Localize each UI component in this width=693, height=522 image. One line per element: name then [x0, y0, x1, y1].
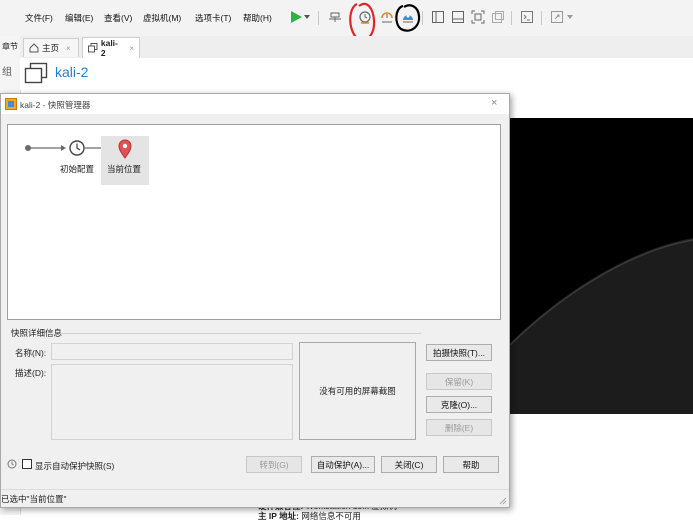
menu-view[interactable]: 查看(V) [104, 12, 132, 24]
menu-file[interactable]: 文件(F) [25, 12, 53, 24]
sidebar-view-icon[interactable] [429, 8, 447, 26]
menu-edit[interactable]: 编辑(E) [65, 12, 93, 24]
snapshot-tree[interactable]: 初始配置 当前位置 [7, 124, 501, 320]
stretch-icon[interactable] [548, 8, 566, 26]
dialog-title: kali-2 - 快照管理器 [20, 100, 91, 110]
goto-button[interactable]: 转到(G) [246, 456, 302, 473]
menu-tabs[interactable]: 选项卡(T) [195, 12, 231, 24]
no-screenshot-text: 没有可用的屏幕截图 [319, 386, 396, 396]
ip-address-label: 主 IP 地址: [258, 511, 299, 521]
snapshot-label-initial[interactable]: 初始配置 [60, 163, 94, 175]
clone-button[interactable]: 克隆(O)... [426, 396, 492, 413]
vm-screen-preview[interactable] [504, 118, 693, 414]
show-autoprotect-label[interactable]: 显示自动保护快照(S) [35, 460, 114, 472]
menu-help[interactable]: 帮助(H) [243, 12, 272, 24]
close-icon[interactable]: × [66, 44, 71, 53]
home-icon [29, 43, 39, 53]
fullscreen-icon[interactable] [469, 8, 487, 26]
dialog-titlebar[interactable]: kali-2 - 快照管理器 × [1, 94, 509, 114]
vm-icon [88, 43, 98, 53]
ip-address-value: 网络信息不可用 [301, 511, 361, 521]
details-divider [61, 333, 421, 334]
console-icon[interactable] [518, 8, 536, 26]
autoprotect-clock-icon [7, 459, 17, 469]
vm-screen-graphic [504, 118, 693, 414]
tab-home[interactable]: 主页 × [23, 38, 79, 57]
show-autoprotect-checkbox[interactable] [22, 459, 32, 469]
vmware-logo-icon [5, 98, 17, 110]
tab-kali-2[interactable]: kali-2 × [82, 37, 140, 58]
toolbar-separator [541, 11, 542, 25]
snapshot-label-current[interactable]: 当前位置 [107, 163, 141, 175]
snapshot-manager-dialog: kali-2 - 快照管理器 × 初始配置 当前位置 快照详细信息 名称(N):… [0, 93, 510, 508]
black-annotation-circle-icon [395, 4, 421, 32]
screenshot-preview: 没有可用的屏幕截图 [299, 342, 416, 440]
keep-button[interactable]: 保留(K) [426, 373, 492, 390]
autoprotect-button[interactable]: 自动保护(A)... [311, 456, 375, 473]
status-divider [1, 489, 509, 490]
status-text: 已选中"当前位置" [1, 494, 67, 504]
take-snapshot-button[interactable]: 拍摄快照(T)... [426, 344, 492, 361]
vm-title: kali-2 [55, 64, 89, 80]
close-button[interactable]: 关闭(C) [381, 456, 437, 473]
vm-large-icon [24, 62, 48, 84]
library-text-partial: 章节 [2, 42, 18, 51]
library-text-partial: 组 [2, 67, 12, 78]
tab-home-label: 主页 [42, 43, 60, 53]
tab-bar: 主页 × kali-2 × [20, 36, 693, 59]
help-button[interactable]: 帮助 [443, 456, 499, 473]
close-icon[interactable]: × [129, 44, 134, 53]
current-location-node[interactable] [101, 136, 149, 185]
menu-vm[interactable]: 虚拟机(M) [143, 12, 181, 24]
unity-icon[interactable] [489, 8, 507, 26]
stretch-dropdown-icon[interactable] [565, 8, 575, 26]
resize-grip-icon[interactable] [498, 496, 507, 505]
ip-address-line: 主 IP 地址: 网络信息不可用 [258, 510, 361, 522]
send-keys-icon[interactable] [326, 8, 344, 26]
vm-header: kali-2 [20, 58, 693, 90]
location-pin-icon [118, 139, 132, 159]
thumbnail-view-icon[interactable] [449, 8, 467, 26]
delete-button[interactable]: 删除(E) [426, 419, 492, 436]
main-toolbar: 文件(F) 编辑(E) 查看(V) 虚拟机(M) 选项卡(T) 帮助(H) [0, 0, 693, 41]
description-label: 描述(D): [15, 368, 47, 378]
name-label: 名称(N): [15, 348, 47, 358]
play-dropdown-icon[interactable] [302, 8, 312, 26]
description-field[interactable] [51, 364, 293, 440]
details-heading: 快照详细信息 [11, 328, 63, 338]
tab-kali-label: kali-2 [100, 38, 118, 58]
name-field[interactable] [51, 343, 293, 360]
toolbar-separator [318, 11, 319, 25]
close-icon[interactable]: × [491, 97, 497, 109]
toolbar-separator [511, 11, 512, 25]
